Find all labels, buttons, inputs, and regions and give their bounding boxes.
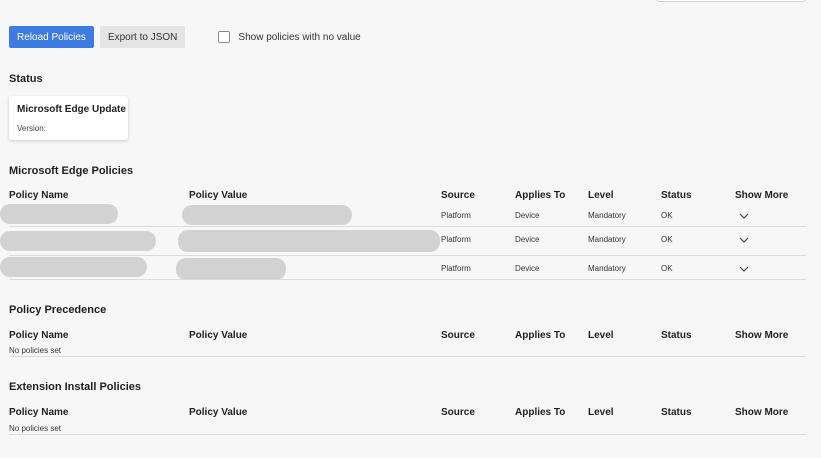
- cell-level: Mandatory: [588, 211, 626, 220]
- table-row: Platform Device Mandatory OK: [0, 227, 806, 255]
- redacted-policy-value: [176, 258, 286, 280]
- search-box[interactable]: [656, 0, 806, 2]
- cell-applies-to: Device: [515, 235, 540, 244]
- col-policy-name: Policy Name: [9, 407, 69, 418]
- cell-source: Platform: [441, 264, 471, 273]
- col-applies-to: Applies To: [515, 407, 566, 418]
- toolbar: Reload Policies Export to JSON Show poli…: [9, 26, 361, 48]
- row-divider: [9, 434, 806, 435]
- redacted-policy-name: [0, 204, 118, 224]
- precedence-empty-text: No policies set: [9, 346, 62, 355]
- chevron-down-icon[interactable]: [738, 263, 750, 275]
- show-empty-policies-label: Show policies with no value: [238, 31, 361, 43]
- col-level: Level: [588, 330, 614, 341]
- cell-status: OK: [661, 235, 673, 244]
- cell-status: OK: [661, 264, 673, 273]
- col-show-more: Show More: [735, 330, 789, 341]
- col-source: Source: [441, 407, 475, 418]
- redacted-policy-name: [0, 257, 147, 277]
- row-divider: [9, 279, 806, 280]
- table-row: Platform Device Mandatory OK: [0, 256, 806, 280]
- col-policy-value: Policy Value: [189, 190, 248, 201]
- cell-source: Platform: [441, 211, 471, 220]
- chevron-down-icon[interactable]: [738, 210, 750, 222]
- redacted-policy-value: [182, 205, 352, 225]
- table-row: Platform Device Mandatory OK: [0, 203, 806, 227]
- policy-precedence-heading: Policy Precedence: [9, 304, 107, 316]
- edge-policies-table-header: Policy Name Policy Value Source Applies …: [0, 190, 806, 204]
- col-applies-to: Applies To: [515, 330, 566, 341]
- status-heading: Status: [9, 73, 43, 85]
- col-show-more: Show More: [735, 190, 789, 201]
- edge-policies-heading: Microsoft Edge Policies: [9, 165, 134, 177]
- status-card-title: Microsoft Edge Update: [17, 104, 126, 115]
- cell-source: Platform: [441, 235, 471, 244]
- show-empty-policies-toggle[interactable]: Show policies with no value: [218, 31, 361, 43]
- reload-policies-button[interactable]: Reload Policies: [9, 26, 94, 48]
- cell-level: Mandatory: [588, 235, 626, 244]
- col-level: Level: [588, 407, 614, 418]
- col-applies-to: Applies To: [515, 190, 566, 201]
- cell-applies-to: Device: [515, 211, 540, 220]
- col-policy-value: Policy Value: [189, 407, 248, 418]
- col-status: Status: [661, 330, 692, 341]
- col-policy-name: Policy Name: [9, 190, 69, 201]
- col-level: Level: [588, 190, 614, 201]
- col-show-more: Show More: [735, 407, 789, 418]
- col-status: Status: [661, 190, 692, 201]
- extension-install-heading: Extension Install Policies: [9, 381, 142, 393]
- redacted-policy-name: [0, 231, 156, 251]
- col-source: Source: [441, 190, 475, 201]
- row-divider: [9, 356, 806, 357]
- status-card: Microsoft Edge Update Version:: [9, 96, 128, 140]
- export-json-button[interactable]: Export to JSON: [99, 26, 186, 48]
- show-empty-policies-checkbox[interactable]: [218, 31, 231, 43]
- chevron-down-icon[interactable]: [738, 234, 750, 246]
- cell-level: Mandatory: [588, 264, 626, 273]
- extension-install-empty-text: No policies set: [9, 424, 62, 433]
- cell-applies-to: Device: [515, 264, 540, 273]
- col-policy-value: Policy Value: [189, 330, 248, 341]
- precedence-table-header: Policy Name Policy Value Source Applies …: [0, 330, 806, 344]
- col-status: Status: [661, 407, 692, 418]
- extension-install-table-header: Policy Name Policy Value Source Applies …: [0, 407, 806, 421]
- status-card-version: Version:: [17, 124, 46, 133]
- cell-status: OK: [661, 211, 673, 220]
- col-policy-name: Policy Name: [9, 330, 69, 341]
- redacted-policy-value: [178, 230, 440, 252]
- col-source: Source: [441, 330, 475, 341]
